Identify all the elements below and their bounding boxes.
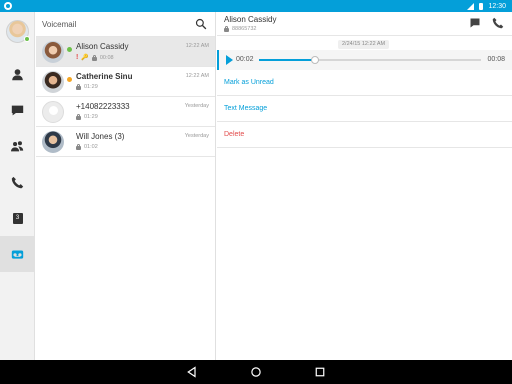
contact-name: Will Jones (3) <box>76 132 125 141</box>
presence-online-icon <box>67 47 72 52</box>
status-time: 12:30 <box>488 2 506 10</box>
private-icon: 🔑 <box>81 55 89 61</box>
total-time: 00:08 <box>487 56 505 63</box>
voicemail-duration: 01:02 <box>84 144 98 150</box>
list-item[interactable]: Alison Cassidy 12:22 AM ! 🔑 00:08 <box>36 37 215 67</box>
delete-button[interactable]: Delete <box>217 122 512 148</box>
detail-number-row: 88865732 <box>224 26 256 32</box>
nav-messages[interactable] <box>0 92 35 128</box>
voicemail-date: 2/24/15 12:22 AM <box>338 40 390 49</box>
lock-icon <box>76 84 81 90</box>
urgent-icon: ! <box>76 54 79 61</box>
person-icon <box>12 68 23 80</box>
voicemail-time: 12:22 AM <box>185 73 209 79</box>
presence-online-icon <box>24 36 30 42</box>
contact-name: Catherine Sinu <box>76 72 133 81</box>
lock-icon <box>76 114 81 120</box>
contact-name: Alison Cassidy <box>76 42 129 51</box>
voicemail-icon <box>11 249 24 259</box>
voicemail-meta: 01:29 <box>76 84 98 90</box>
nav-voicemail[interactable] <box>0 236 35 272</box>
recents-icon[interactable] <box>314 366 326 378</box>
detail-contact-name: Alison Cassidy <box>224 15 277 24</box>
app-logo-icon <box>4 2 12 10</box>
lock-icon <box>76 144 81 150</box>
status-indicators: 12:30 <box>467 2 506 10</box>
contact-photo <box>42 71 64 93</box>
voicemail-time: 12:22 AM <box>185 43 209 49</box>
audio-player: 00:02 00:08 <box>217 50 512 70</box>
list-header: Voicemail <box>36 12 215 37</box>
chat-bubble-icon <box>11 105 24 115</box>
elapsed-time: 00:02 <box>236 56 254 63</box>
presence-away-icon <box>67 77 72 82</box>
nav-meetings[interactable] <box>0 128 35 164</box>
seek-handle[interactable] <box>310 56 319 64</box>
status-bar: 12:30 <box>0 0 512 12</box>
detail-header: Alison Cassidy 88865732 <box>217 12 512 36</box>
search-icon[interactable] <box>195 18 207 30</box>
nav-rail: 3 <box>0 12 35 360</box>
list-item[interactable]: Will Jones (3) Yesterday 01:02 <box>36 127 215 157</box>
list-item[interactable]: +14082223333 Yesterday 01:29 <box>36 97 215 127</box>
voicemail-duration: 01:29 <box>84 114 98 120</box>
text-message-button[interactable]: Text Message <box>217 96 512 122</box>
voicemail-list-pane: Voicemail Alison Cassidy 12:22 AM ! 🔑 00… <box>36 12 216 360</box>
chat-bubble-icon[interactable] <box>469 17 481 29</box>
lock-icon <box>91 54 97 61</box>
nav-calendar[interactable]: 3 <box>0 200 35 236</box>
contact-photo <box>42 131 64 153</box>
phone-icon[interactable] <box>492 17 504 29</box>
voicemail-time: Yesterday <box>184 133 209 139</box>
play-icon[interactable] <box>226 55 233 65</box>
lock-icon <box>224 26 229 32</box>
phone-icon <box>11 176 24 188</box>
nav-contacts[interactable] <box>0 56 35 92</box>
seek-bar[interactable] <box>259 56 481 64</box>
battery-icon <box>479 2 484 10</box>
calendar-icon: 3 <box>12 212 23 224</box>
mark-unread-button[interactable]: Mark as Unread <box>217 70 512 96</box>
voicemail-meta: 01:29 <box>76 114 98 120</box>
voicemail-detail-pane: Alison Cassidy 88865732 2/24/15 12:22 AM… <box>217 12 512 360</box>
contact-photo-placeholder <box>42 101 64 123</box>
signal-icon <box>467 2 475 10</box>
back-icon[interactable] <box>186 366 198 378</box>
list-title: Voicemail <box>42 19 77 29</box>
nav-calls[interactable] <box>0 164 35 200</box>
list-item[interactable]: Catherine Sinu 12:22 AM 01:29 <box>36 67 215 97</box>
voicemail-meta: ! 🔑 00:08 <box>76 54 114 61</box>
group-icon <box>11 140 24 151</box>
contact-photo <box>42 41 64 63</box>
voicemail-duration: 01:29 <box>84 84 98 90</box>
detail-number: 88865732 <box>232 26 257 32</box>
voicemail-time: Yesterday <box>184 103 209 109</box>
my-avatar[interactable] <box>6 20 30 43</box>
system-nav-bar <box>0 360 512 384</box>
contact-name: +14082223333 <box>76 102 130 111</box>
home-icon[interactable] <box>250 366 262 378</box>
voicemail-duration: 00:08 <box>99 54 114 61</box>
voicemail-meta: 01:02 <box>76 144 98 150</box>
seek-bar-progress <box>259 59 315 61</box>
